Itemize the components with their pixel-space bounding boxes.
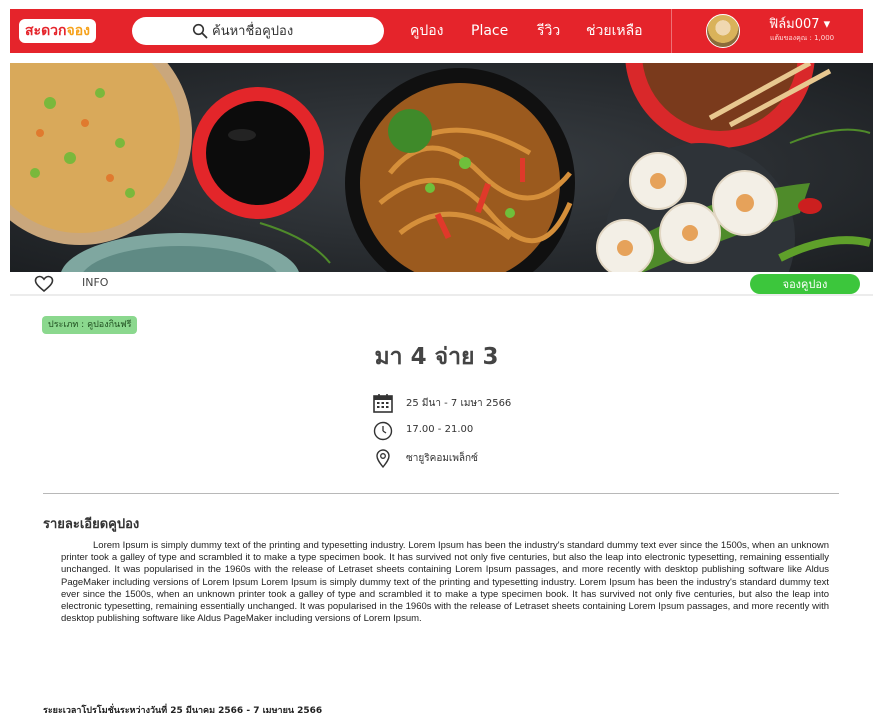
info-tab[interactable]: INFO xyxy=(82,276,108,289)
food-photo-illustration xyxy=(10,63,873,272)
logo-text-primary: สะดวก xyxy=(25,23,67,39)
book-coupon-button[interactable]: จองคูปอง xyxy=(750,274,860,294)
user-credit: แต้มของคุณ : 1,000 xyxy=(770,34,835,42)
coupon-title: มา 4 จ่าย 3 xyxy=(374,344,499,370)
coupon-type-badge: ประเภท : คูปองกินฟรี xyxy=(42,316,138,334)
nav-place[interactable]: Place xyxy=(471,9,508,53)
details-heading: รายละเอียดคูปอง xyxy=(43,517,140,532)
section-divider xyxy=(43,493,839,494)
top-navigation-bar: สะดวกจอง คูปอง Place รีวิว ช่วยเหลือ ฟิล… xyxy=(10,9,863,53)
location-pin-icon xyxy=(376,449,390,468)
header-divider xyxy=(671,9,672,53)
coupon-banner-image xyxy=(10,63,873,272)
search-input[interactable] xyxy=(212,21,372,41)
logo-text-accent: จอง xyxy=(66,23,90,39)
search-box[interactable] xyxy=(132,17,384,45)
coupon-time: 17.00 - 21.00 xyxy=(406,424,474,435)
nav-coupon[interactable]: คูปอง xyxy=(410,9,444,53)
nav-review[interactable]: รีวิว xyxy=(537,9,560,53)
clock-icon xyxy=(373,421,393,441)
site-logo[interactable]: สะดวกจอง xyxy=(19,19,96,43)
coupon-date: 25 มีนา - 7 เมษา 2566 xyxy=(406,398,512,409)
coupon-location: ซายูริคอมเพล็กซ์ xyxy=(406,453,478,464)
nav-help[interactable]: ช่วยเหลือ xyxy=(586,9,643,53)
promotion-period: ระยะเวลาโปรโมชั่นระหว่างวันที่ 25 มีนาคม… xyxy=(43,706,323,713)
details-body: Lorem Ipsum is simply dummy text of the … xyxy=(61,540,829,625)
avatar[interactable] xyxy=(706,14,740,48)
calendar-icon xyxy=(373,394,393,413)
search-icon[interactable] xyxy=(192,23,208,39)
heart-icon[interactable] xyxy=(34,275,54,293)
coupon-action-bar: INFO จองคูปอง xyxy=(10,272,873,296)
username-dropdown[interactable]: ฟิล์ม007 ▾ xyxy=(769,13,830,34)
